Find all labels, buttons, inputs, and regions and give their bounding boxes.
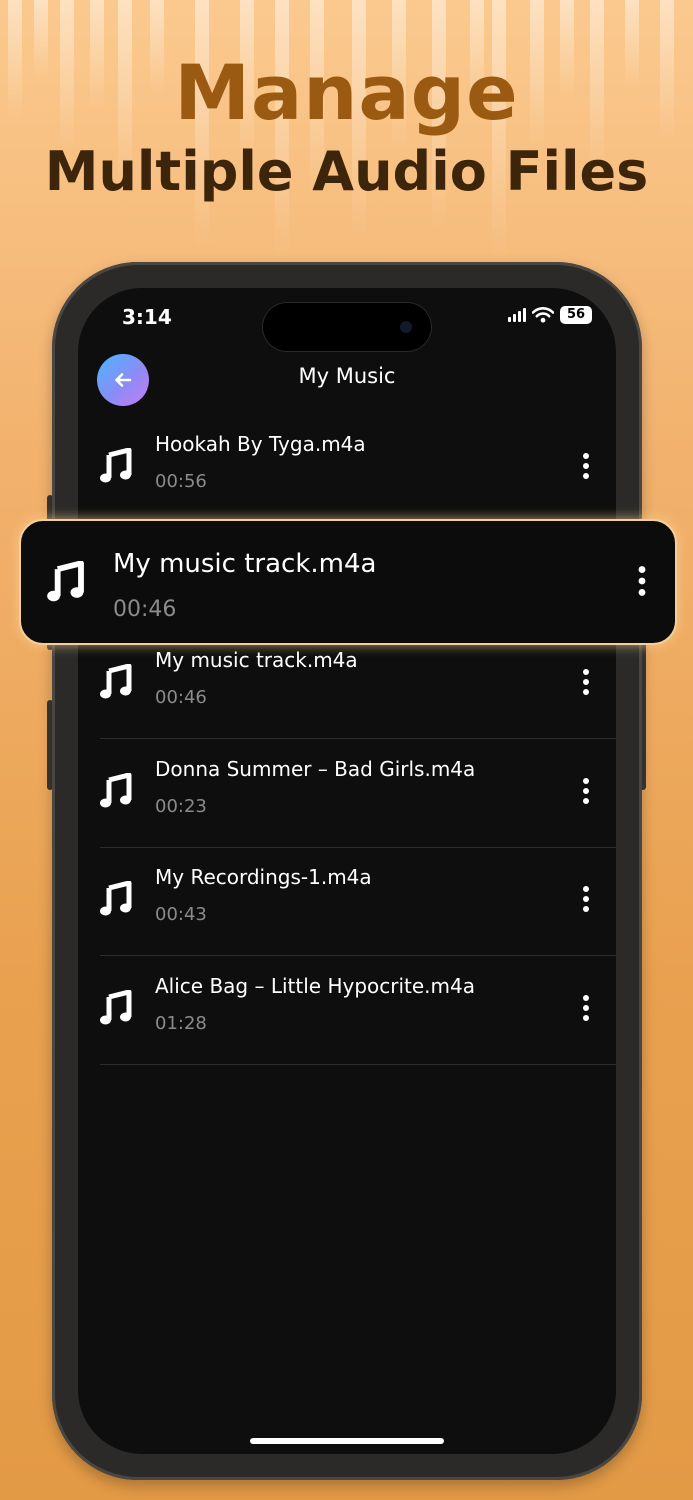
- track-duration: 00:56: [155, 471, 207, 492]
- track-row[interactable]: Hookah By Tyga.m4a 00:56: [100, 414, 616, 523]
- track-name: Hookah By Tyga.m4a: [155, 432, 366, 456]
- track-row[interactable]: My music track.m4a 00:46: [100, 630, 616, 739]
- music-note-icon: [100, 990, 132, 1025]
- more-vertical-icon[interactable]: [580, 668, 592, 696]
- phone-screen: 3:14 56 My Music Hookah By Tyga.m4a 00:5…: [78, 288, 616, 1454]
- track-duration: 00:23: [155, 796, 207, 817]
- track-name: My Recordings-1.m4a: [155, 865, 372, 889]
- cellular-signal-icon: [508, 308, 526, 322]
- dynamic-island: [262, 302, 432, 352]
- track-row[interactable]: Donna Summer – Bad Girls.m4a 00:23: [100, 739, 616, 848]
- promo-subheadline: Multiple Audio Files: [44, 140, 649, 203]
- track-name: My music track.m4a: [155, 648, 358, 672]
- track-row[interactable]: My Recordings-1.m4a 00:43: [100, 847, 616, 956]
- track-name: Alice Bag – Little Hypocrite.m4a: [155, 974, 475, 998]
- more-vertical-icon[interactable]: [580, 777, 592, 805]
- wifi-icon: [532, 307, 554, 323]
- track-name: My music track.m4a: [113, 549, 377, 579]
- page-title: My Music: [298, 364, 396, 388]
- music-note-icon: [100, 881, 132, 916]
- track-name: Donna Summer – Bad Girls.m4a: [155, 757, 476, 781]
- track-duration: 00:46: [155, 687, 207, 708]
- status-icons: 56: [508, 306, 592, 324]
- more-vertical-icon[interactable]: [580, 885, 592, 913]
- music-note-icon: [100, 664, 132, 699]
- music-note-icon: [100, 448, 132, 483]
- track-duration: 01:28: [155, 1013, 207, 1034]
- highlighted-track-card[interactable]: My music track.m4a 00:46: [19, 519, 677, 645]
- home-indicator[interactable]: [250, 1438, 444, 1444]
- track-row[interactable]: Alice Bag – Little Hypocrite.m4a 01:28: [100, 956, 616, 1065]
- track-duration: 00:43: [155, 904, 207, 925]
- status-time: 3:14: [122, 305, 172, 329]
- battery-level: 56: [560, 306, 592, 324]
- music-note-icon: [47, 561, 84, 602]
- track-duration: 00:46: [113, 597, 177, 622]
- front-camera: [400, 321, 412, 333]
- more-vertical-icon[interactable]: [580, 452, 592, 480]
- promo-headline: Manage: [174, 48, 519, 137]
- music-note-icon: [100, 773, 132, 808]
- more-vertical-icon[interactable]: [635, 565, 649, 597]
- more-vertical-icon[interactable]: [580, 994, 592, 1022]
